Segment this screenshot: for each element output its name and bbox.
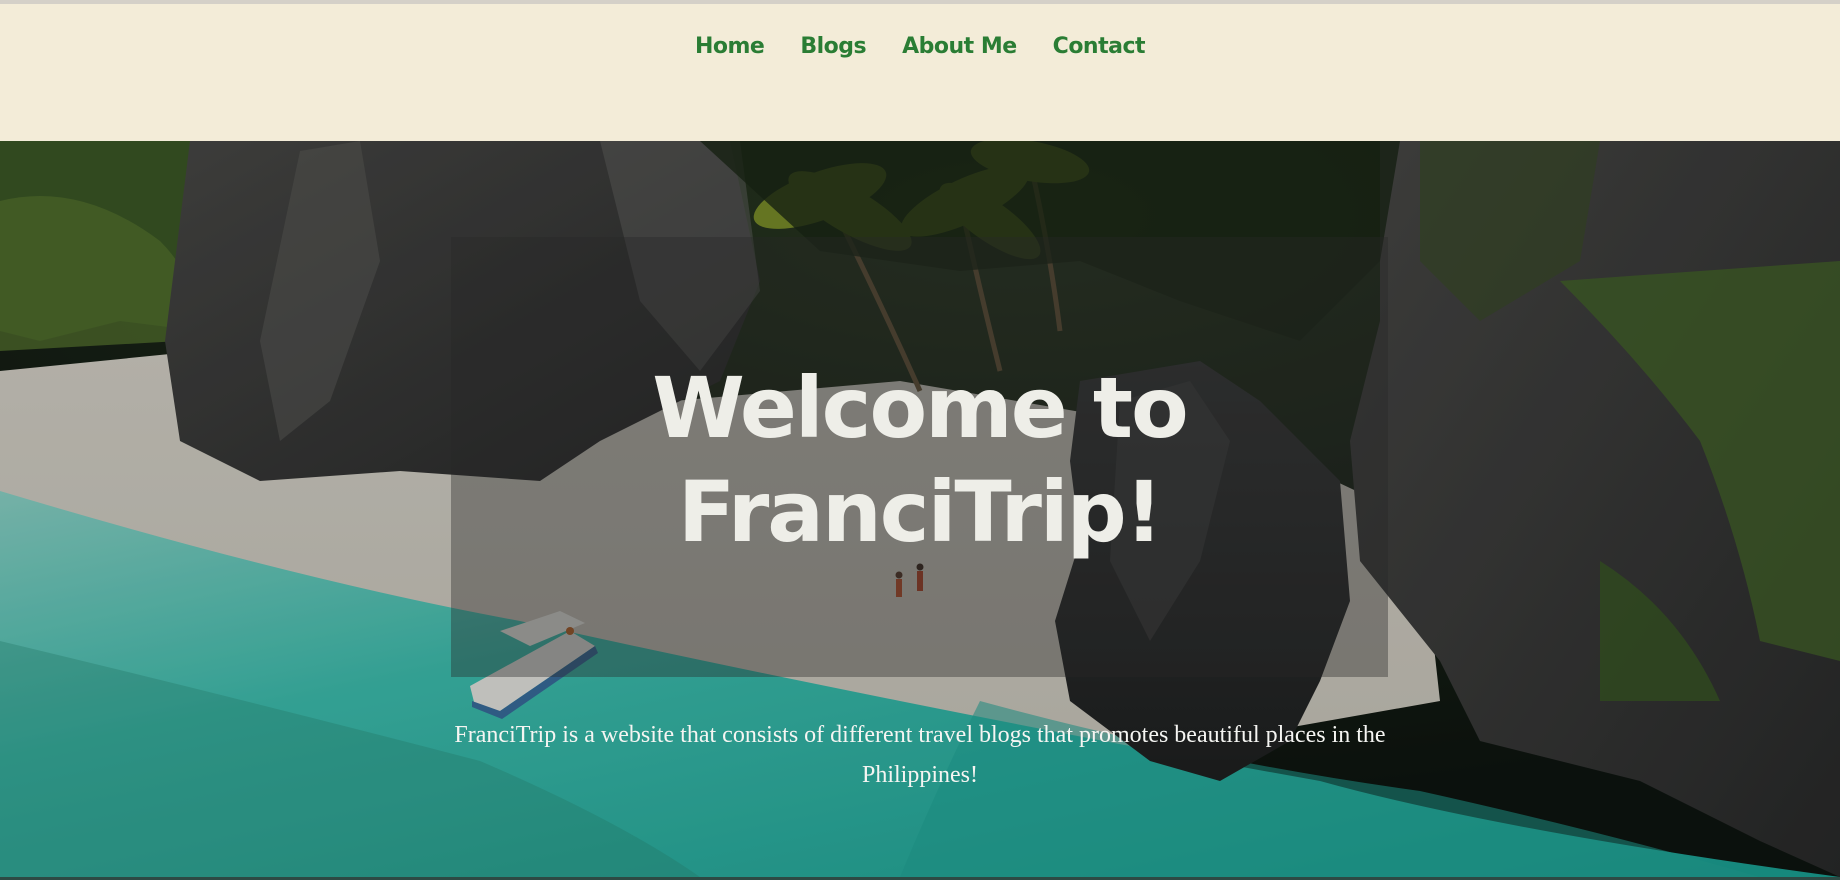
nav-link-home[interactable]: Home [695,34,765,59]
main-nav: Home Blogs About Me Contact [0,34,1840,59]
nav-link-contact[interactable]: Contact [1053,34,1146,59]
hero-description: FranciTrip is a website that consists of… [454,722,1386,788]
hero-section: Welcome to FranciTrip! FranciTrip is a w… [0,141,1840,877]
site-header: Home Blogs About Me Contact [0,4,1840,141]
nav-link-about-me[interactable]: About Me [902,34,1017,59]
nav-link-blogs[interactable]: Blogs [800,34,866,59]
hero-title: Welcome to FranciTrip! [652,359,1189,561]
